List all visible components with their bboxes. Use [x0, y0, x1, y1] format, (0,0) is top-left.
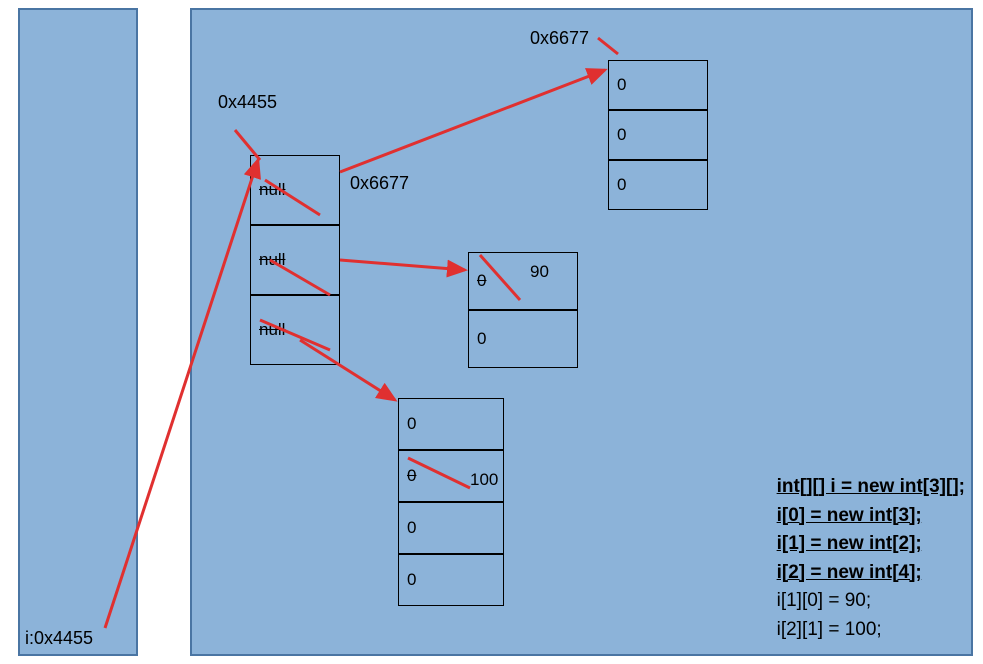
inner0-cell-0: 0 [608, 60, 708, 110]
outer-array-address-label: 0x4455 [218, 92, 277, 113]
inner2-cell-3: 0 [398, 554, 504, 606]
code-line-3: i[1] = new int[2]; [777, 530, 965, 559]
inner0-cell-2: 0 [608, 160, 708, 210]
inner0-cell-1: 0 [608, 110, 708, 160]
stack-variable-label: i:0x4455 [25, 628, 93, 649]
outer-cell-0-old: null [259, 180, 285, 200]
inner-array-2: 0 0 0 0 [398, 398, 504, 606]
stack-memory-region: i:0x4455 [18, 8, 138, 656]
code-line-2: i[0] = new int[3]; [777, 502, 965, 531]
inner0-address-label: 0x6677 [530, 28, 589, 49]
inner2-cell-2: 0 [398, 502, 504, 554]
outer-cell-1: null [250, 225, 340, 295]
inner1-cell-0: 0 [468, 252, 578, 310]
inner2-cell-0: 0 [398, 398, 504, 450]
outer-cell-0: null [250, 155, 340, 225]
outer-cell-1-old: null [259, 250, 285, 270]
outer-cell-0-new-value: 0x6677 [350, 173, 409, 194]
inner1-cell-0-old: 0 [477, 271, 486, 291]
inner2-cell-1-new-value: 100 [470, 470, 498, 490]
code-snippet: int[][] i = new int[3][]; i[0] = new int… [777, 473, 965, 644]
code-line-4: i[2] = new int[4]; [777, 559, 965, 588]
outer-cell-2-old: null [259, 320, 285, 340]
code-line-6: i[2][1] = 100; [777, 616, 965, 645]
inner-array-0: 0 0 0 [608, 60, 708, 210]
inner-array-1: 0 0 [468, 252, 578, 368]
outer-array: null null null [250, 155, 340, 365]
outer-cell-2: null [250, 295, 340, 365]
inner2-cell-1-old: 0 [407, 466, 416, 486]
code-line-1: int[][] i = new int[3][]; [777, 473, 965, 502]
code-line-5: i[1][0] = 90; [777, 587, 965, 616]
inner1-cell-1: 0 [468, 310, 578, 368]
inner1-cell-0-new-value: 90 [530, 262, 549, 282]
